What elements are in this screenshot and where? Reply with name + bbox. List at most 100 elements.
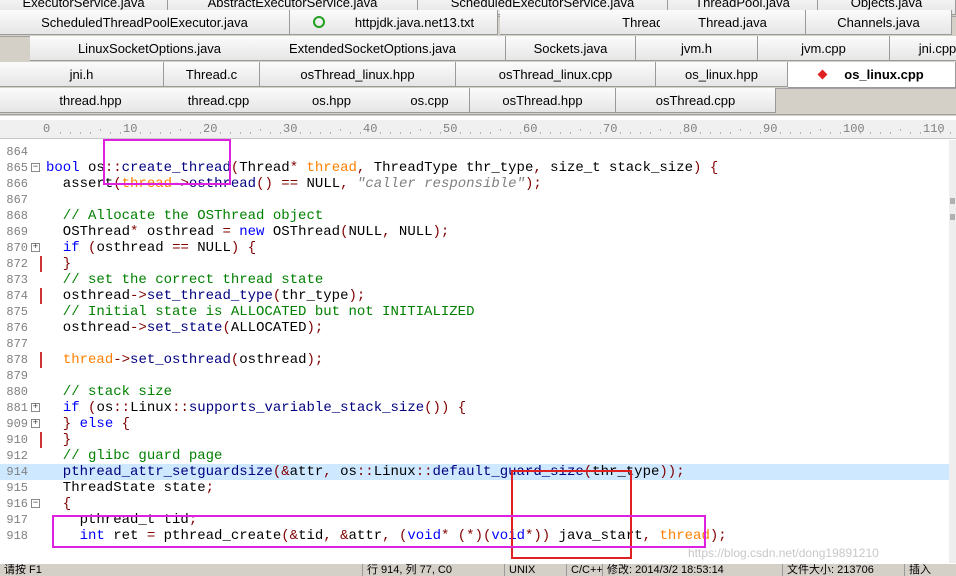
code-line[interactable]: 917 pthread_t tid;: [0, 512, 956, 528]
code-token: {: [457, 400, 467, 416]
file-tab[interactable]: jni.cpp: [890, 36, 956, 61]
code-line[interactable]: 870 + if (osthread == NULL) {: [0, 240, 956, 256]
file-tab[interactable]: Channels.java: [806, 10, 952, 35]
code-editor[interactable]: 864 865− bool os::create_thread(Thread* th…: [0, 140, 956, 563]
code-line[interactable]: 918 int ret = pthread_create(&tid, &attr…: [0, 528, 956, 544]
code-line[interactable]: 912 // glibc guard page: [0, 448, 956, 464]
ruler-tick: ·: [468, 129, 473, 138]
file-tab[interactable]: LinuxSocketOptions.java: [30, 36, 270, 61]
status-language[interactable]: C/C++: [566, 564, 605, 576]
ruler-tick: ·: [828, 129, 833, 138]
code-line[interactable]: 878 thread->set_osthread(osthread);: [0, 352, 956, 368]
status-line-ending: UNIX: [504, 564, 569, 576]
fold-toggle-icon[interactable]: −: [31, 499, 40, 508]
code-token: size_t stack_size: [541, 160, 693, 176]
change-marker: [40, 288, 42, 304]
file-tab[interactable]: osThread.hpp: [470, 88, 616, 113]
code-line[interactable]: 867: [0, 192, 956, 208]
status-insert-mode[interactable]: 插入: [904, 564, 956, 576]
ruler-label: 10: [123, 122, 138, 136]
file-tab[interactable]: osThread.cpp: [616, 88, 776, 113]
code-line[interactable]: 879: [0, 368, 956, 384]
fold-toggle-icon[interactable]: −: [31, 163, 40, 172]
file-tab-label: os_linux.hpp: [685, 66, 758, 82]
file-tab[interactable]: httpjdk.java.net13.txt: [290, 10, 498, 35]
line-number: 874: [6, 289, 28, 303]
code-line[interactable]: 914 pthread_attr_setguardsize(&attr, os:…: [0, 464, 956, 480]
tab-row: thread.hpp thread.cpp os.hpp os.cpp osThread…: [0, 88, 956, 115]
code-line[interactable]: 875 // Initial state is ALLOCATED but no…: [0, 304, 956, 320]
file-tab[interactable]: os.cpp: [390, 88, 470, 113]
code-token: supports_variable_stack_size: [188, 400, 425, 416]
code-line[interactable]: 866 assert(thread->osthread() == NULL, "…: [0, 176, 956, 192]
code-line[interactable]: 910 }: [0, 432, 956, 448]
ruler-label: 60: [523, 122, 538, 136]
code-line[interactable]: 869 OSThread* osthread = new OSThread(NU…: [0, 224, 956, 240]
code-token: Thread: [239, 160, 290, 176]
fold-toggle-icon[interactable]: +: [31, 419, 40, 428]
file-tab[interactable]: Sockets.java: [506, 36, 636, 61]
status-modified: 修改: 2014/3/2 18:53:14: [602, 564, 785, 576]
file-tab-label: ExtendedSocketOptions.java: [289, 40, 456, 56]
ruler-tick: ·: [748, 129, 753, 138]
code-text: thread->set_osthread(osthread);: [46, 352, 324, 368]
file-tab[interactable]: ScheduledThreadPoolExecutor.java: [0, 10, 290, 35]
code-token: create_thread: [121, 160, 231, 176]
ruler-tick: ·: [218, 129, 223, 138]
vertical-scrollbar[interactable]: [949, 140, 956, 563]
file-tab-label: jvm.h: [680, 40, 713, 56]
tab-row: jni.h Thread.c osThread_linux.hpp osThread_…: [0, 62, 956, 89]
code-token: ::: [356, 464, 374, 480]
code-token: ThreadState state: [46, 480, 206, 496]
file-tab[interactable]: Thread.java: [660, 10, 806, 35]
file-tab[interactable]: jvm.h: [636, 36, 758, 61]
code-token: &: [340, 528, 349, 544]
ruler-tick: ·: [398, 129, 403, 138]
file-tab-label: LinuxSocketOptions.java: [77, 40, 222, 56]
code-line[interactable]: 873 // set the correct thread state: [0, 272, 956, 288]
code-token: osthread: [96, 240, 173, 256]
code-line[interactable]: 876 osthread->set_state(ALLOCATED);: [0, 320, 956, 336]
code-token: ->: [113, 352, 131, 368]
code-line[interactable]: 915 ThreadState state;: [0, 480, 956, 496]
file-tab[interactable]: osThread_linux.cpp: [456, 62, 656, 87]
code-line[interactable]: 909 + } else {: [0, 416, 956, 432]
code-line[interactable]: 864: [0, 144, 956, 160]
file-tab[interactable]: jvm.cpp: [758, 36, 890, 61]
code-text: pthread_t tid;: [46, 512, 198, 528]
code-line[interactable]: 872 }: [0, 256, 956, 272]
file-tab[interactable]: os_linux.cpp: [788, 62, 956, 88]
code-line[interactable]: 880 // stack size: [0, 384, 956, 400]
code-line[interactable]: 881 + if (os::Linux::supports_variable_st…: [0, 400, 956, 416]
code-text: osthread->set_state(ALLOCATED);: [46, 320, 324, 336]
fold-toggle-icon[interactable]: +: [31, 243, 40, 252]
code-line[interactable]: 874 osthread->set_thread_type(thr_type);: [0, 288, 956, 304]
ruler-tick: ·: [698, 129, 703, 138]
line-number: 910: [6, 433, 28, 447]
code-token: NULL: [348, 224, 383, 240]
ruler-tick: ·: [798, 129, 803, 138]
fold-toggle-icon[interactable]: +: [31, 403, 40, 412]
code-line[interactable]: 865− bool os::create_thread(Thread* threa…: [0, 160, 956, 176]
file-tab[interactable]: jni.h: [0, 62, 164, 87]
status-position: 行 914, 列 77, C0: [362, 564, 507, 576]
code-line[interactable]: 916− {: [0, 496, 956, 512]
code-token: osthread: [188, 176, 257, 192]
file-tab[interactable]: os.hpp: [270, 88, 394, 113]
ruler-tick: ·: [148, 129, 153, 138]
file-tab-label: thread.hpp: [59, 92, 122, 108]
file-tab[interactable]: ExtendedSocketOptions.java: [240, 36, 506, 61]
file-tab[interactable]: os_linux.hpp: [656, 62, 788, 87]
code-line[interactable]: 868 // Allocate the OSThread object: [0, 208, 956, 224]
code-line[interactable]: 877: [0, 336, 956, 352]
line-number: 876: [6, 321, 28, 335]
ruler-tick: ·: [888, 129, 893, 138]
line-number: 912: [6, 449, 28, 463]
ruler-tick: ·: [488, 129, 493, 138]
file-tab-label: Channels.java: [837, 14, 920, 30]
status-hint: 请按 F1: [4, 564, 42, 576]
tab-bar: ExecutorService.java AbstractExecutorServ…: [0, 0, 956, 116]
file-tab[interactable]: Thread.c: [164, 62, 260, 87]
file-tab[interactable]: osThread_linux.hpp: [260, 62, 456, 87]
